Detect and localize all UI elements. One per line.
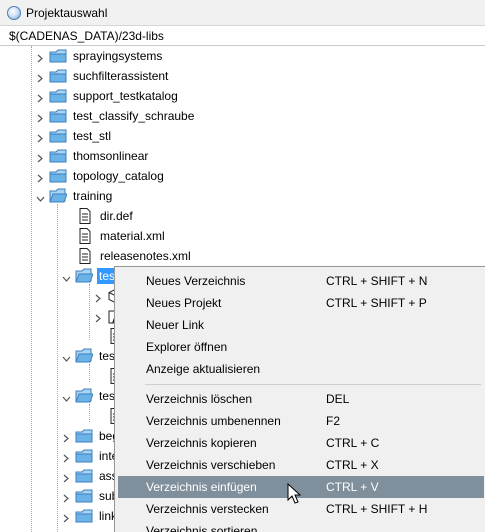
tree-item-label: dir.def [100,209,133,223]
tree-item-material-xml[interactable]: material.xml [76,226,167,246]
folder-icon [49,48,67,64]
tree-item-label: test_stl [73,129,112,143]
tree-item-sprayingsystems[interactable]: sprayingsystems [36,46,164,66]
menu-item-copy-directory[interactable]: Verzeichnis kopieren CTRL + C [118,432,484,454]
expand-arrow-icon[interactable] [36,132,45,142]
menu-item-shortcut: DEL [326,392,350,406]
menu-item-refresh-view[interactable]: Anzeige aktualisieren [118,358,484,380]
folder-icon [49,88,67,104]
collapse-arrow-icon[interactable] [62,392,71,402]
menu-item-label: Verzeichnis einfügen [146,480,257,494]
expand-arrow-icon[interactable] [36,72,45,82]
tree-item-support-testkatalog[interactable]: support_testkatalog [36,86,180,106]
expand-arrow-icon[interactable] [36,152,45,162]
path-text: $(CADENAS_DATA)/23d-libs [9,28,164,43]
menu-separator [145,384,481,385]
folder-icon [49,108,67,124]
tree-item-thomsonlinear[interactable]: thomsonlinear [36,146,150,166]
folder-icon [75,468,93,484]
menu-item-rename-directory[interactable]: Verzeichnis umbenennen F2 [118,410,484,432]
menu-item-new-project[interactable]: Neues Projekt CTRL + SHIFT + P [118,292,484,314]
menu-item-shortcut: CTRL + SHIFT + N [326,274,428,288]
menu-item-label: Verzeichnis löschen [146,392,253,406]
open-folder-icon [75,388,94,404]
menu-item-shortcut: CTRL + SHIFT + P [326,296,427,310]
menu-item-shortcut: CTRL + X [326,458,379,472]
tree-item-label: support_testkatalog [73,89,178,103]
menu-item-new-directory[interactable]: Neues Verzeichnis CTRL + SHIFT + N [118,270,484,292]
document-icon [76,228,94,244]
tree-item-label: sprayingsystems [73,49,163,63]
window-title: Projektauswahl [26,5,108,20]
collapse-arrow-icon[interactable] [62,352,71,362]
tree-item-test-stl[interactable]: test_stl [36,126,113,146]
collapse-arrow-icon[interactable] [62,272,71,282]
expand-arrow-icon[interactable] [36,112,45,122]
expand-arrow-icon[interactable] [94,292,103,302]
menu-item-label: Verzeichnis verstecken [146,502,269,516]
document-icon [76,208,94,224]
tree-item-releasenotes-xml[interactable]: releasenotes.xml [76,246,193,266]
menu-item-label: Neuer Link [146,318,205,332]
expand-arrow-icon[interactable] [62,512,71,522]
tree-item-test-classify-schraube[interactable]: test_classify_schraube [36,106,196,126]
folder-icon [49,148,67,164]
tree-item-dir-def[interactable]: dir.def [76,206,135,226]
expand-arrow-icon[interactable] [62,472,71,482]
folder-icon [75,488,93,504]
menu-item-open-explorer[interactable]: Explorer öffnen [118,336,484,358]
tree-item-label: releasenotes.xml [100,249,191,263]
menu-item-label: Neues Projekt [146,296,222,310]
expand-arrow-icon[interactable] [62,452,71,462]
expand-arrow-icon[interactable] [62,492,71,502]
app-icon [7,5,21,20]
tree-item-label: material.xml [100,229,165,243]
tree-item-topology-catalog[interactable]: topology_catalog [36,166,166,186]
title-bar: Projektauswahl [0,0,485,26]
menu-item-shortcut: F2 [326,414,341,428]
menu-item-new-link[interactable]: Neuer Link [118,314,484,336]
expand-arrow-icon[interactable] [62,432,71,442]
menu-item-move-directory[interactable]: Verzeichnis verschieben CTRL + X [118,454,484,476]
menu-item-label: Verzeichnis verschieben [146,458,276,472]
menu-item-delete-directory[interactable]: Verzeichnis löschen DEL [118,388,484,410]
menu-item-label: Explorer öffnen [146,340,228,354]
tree-item-label: thomsonlinear [73,149,149,163]
menu-item-label: Verzeichnis umbenennen [146,414,281,428]
tree-item-label: suchfilterassistent [73,69,169,83]
tree-item-training[interactable]: training [36,186,114,206]
tree-item-label: test_classify_schraube [73,109,195,123]
folder-icon [49,168,67,184]
open-folder-icon [75,348,94,364]
folder-icon [75,448,93,464]
menu-item-label: Anzeige aktualisieren [146,362,261,376]
folder-icon [75,508,93,524]
collapse-arrow-icon[interactable] [36,192,45,202]
mouse-cursor-icon [287,482,303,505]
menu-item-label: Neues Verzeichnis [146,274,246,288]
tree-item-label: topology_catalog [73,169,164,183]
expand-arrow-icon[interactable] [36,172,45,182]
menu-item-shortcut: CTRL + SHIFT + H [326,502,428,516]
expand-arrow-icon[interactable] [36,52,45,62]
menu-item-label: Verzeichnis kopieren [146,436,257,450]
menu-item-shortcut: CTRL + V [326,480,379,494]
open-folder-icon [49,188,68,204]
path-field[interactable]: $(CADENAS_DATA)/23d-libs [0,26,485,46]
menu-item-label: Verzeichnis sortieren [146,524,258,532]
expand-arrow-icon[interactable] [94,312,103,322]
tree-item-label: training [73,189,113,203]
folder-icon [49,68,67,84]
folder-icon [49,128,67,144]
document-icon [76,248,94,264]
tree-item-suchfilterassistent[interactable]: suchfilterassistent [36,66,170,86]
menu-item-sort-directory[interactable]: Verzeichnis sortieren [118,520,484,532]
menu-item-shortcut: CTRL + C [326,436,380,450]
expand-arrow-icon[interactable] [36,92,45,102]
open-folder-icon [75,268,94,284]
folder-icon [75,428,93,444]
